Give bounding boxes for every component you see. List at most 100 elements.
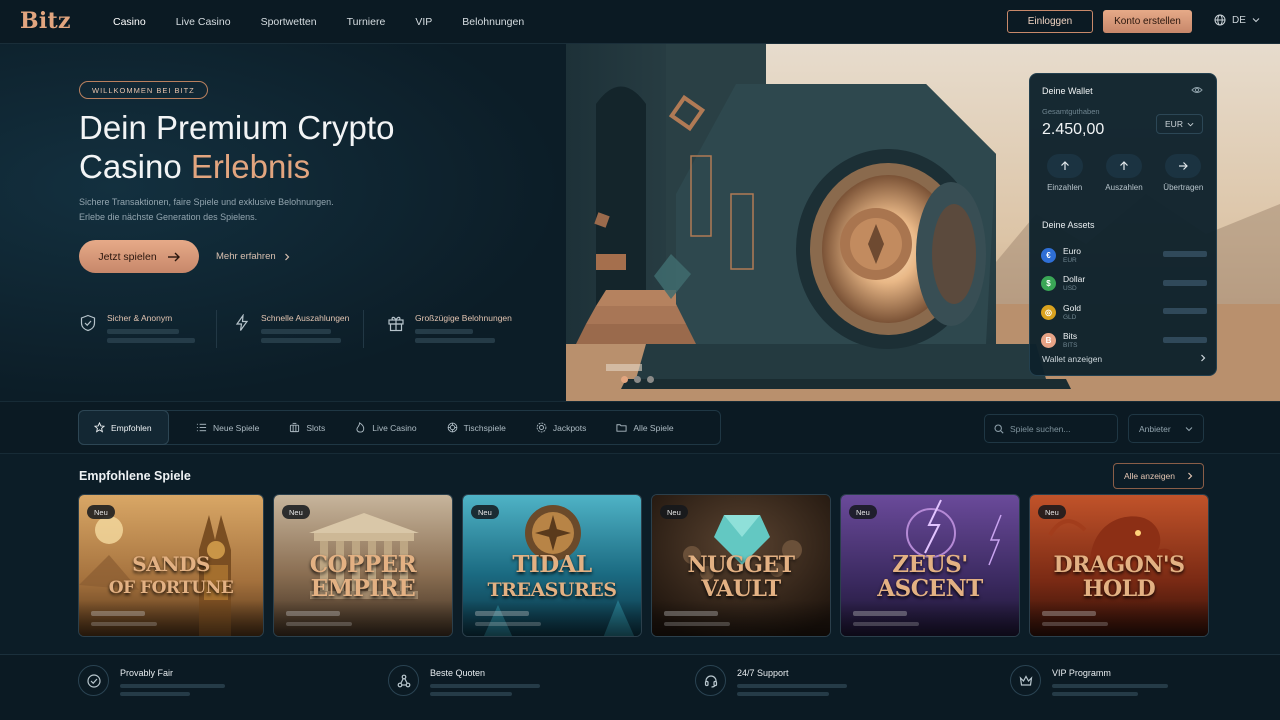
feature-title: Schnelle Auszahlungen [261,313,350,323]
nav-item-sportwetten[interactable]: Sportwetten [261,16,317,28]
game-title-line2: HOLD [1082,576,1156,602]
game-card-tidal-treasures[interactable]: Neu TIDAL TREASURES [462,494,642,637]
trust-item-provably-fair: Provably Fair [78,665,225,696]
wallet-title: Deine Wallet [1042,86,1093,96]
withdraw-button[interactable]: Auszahlen [1096,154,1152,192]
network-icon [388,665,419,696]
nav-item-live-casino[interactable]: Live Casino [176,16,231,28]
assets-title: Deine Assets [1042,220,1095,230]
chevron-down-icon [1187,122,1194,126]
tab-tischspiele[interactable]: Tischspiele [432,411,521,444]
play-now-button[interactable]: Jetzt spielen [79,240,199,273]
arrow-right-icon [167,252,180,261]
asset-row-eur[interactable]: € Euro EUR [1041,241,1207,270]
asset-code: USD [1063,285,1077,293]
view-all-button[interactable]: Alle anzeigen [1113,463,1204,489]
trust-title: Beste Quoten [430,668,486,678]
provider-dropdown[interactable]: Anbieter [1128,414,1204,443]
tab-alle-spiele[interactable]: Alle Spiele [601,411,688,444]
arrow-up-icon [1046,154,1083,178]
tab-live-casino[interactable]: Live Casino [340,411,431,444]
tab-empfohlen[interactable]: Empfohlen [78,410,169,445]
chevron-down-icon [1252,18,1260,23]
hero-subtitle: Sichere Transaktionen, faire Spiele und … [79,195,369,225]
game-title: ZEUS' ASCENT [841,553,1019,601]
nav-item-belohnungen[interactable]: Belohnungen [462,16,524,28]
gold-coin-icon: ◎ [1041,304,1056,320]
carousel-dot-3[interactable] [647,376,654,383]
tab-slots[interactable]: Slots [274,411,340,444]
nav-item-vip[interactable]: VIP [415,16,432,28]
view-wallet-label: Wallet anzeigen [1042,354,1103,364]
asset-name: Gold [1063,302,1081,313]
asset-code: GLD [1063,313,1077,321]
learn-more-link[interactable]: Mehr erfahren [216,251,290,262]
new-badge: Neu [471,505,499,519]
game-title-line1: NUGGET [687,552,795,578]
asset-name: Bits [1063,331,1078,342]
transfer-label: Übertragen [1163,183,1204,192]
nav-item-casino[interactable]: Casino [113,16,146,28]
game-title: TIDAL TREASURES [463,553,641,602]
deposit-button[interactable]: Einzahlen [1037,154,1093,192]
game-card-copper-empire[interactable]: Neu COPPER EMPIRE [273,494,453,637]
game-title: COPPER EMPIRE [274,553,452,601]
tab-neue-spiele[interactable]: Neue Spiele [181,411,274,444]
feature-title: Sicher & Anonym [107,313,173,323]
game-title: NUGGET VAULT [652,553,830,601]
asset-row-gold[interactable]: ◎ Gold GLD [1041,298,1207,327]
learn-more-label: Mehr erfahren [216,251,276,262]
trust-title: 24/7 Support [737,668,789,678]
nav-item-turniere[interactable]: Turniere [347,16,386,28]
hero-title-accent: Erlebnis [190,148,311,185]
register-button[interactable]: Konto erstellen [1103,10,1192,33]
carousel-dots [621,376,654,383]
asset-row-usd[interactable]: $ Dollar USD [1041,270,1207,299]
game-card-nugget-vault[interactable]: Neu NUGGET VAULT [651,494,831,637]
featured-games-row: Neu SANDSOF FORTUNE Neu COPPEREMPIRE N [78,494,1209,637]
asset-list: € Euro EUR $ Dollar USD ◎ Gold GLD B Bits BI… [1041,241,1207,355]
wallet-panel: Deine Wallet Gesamtguthaben 2.450,00 EUR… [1029,73,1217,376]
globe-icon [1214,14,1226,26]
tab-label: Empfohlen [111,422,152,433]
game-title: DRAGON'S HOLD [1030,553,1208,601]
trust-item-best-odds: Beste Quoten [388,665,540,696]
welcome-badge: WILLKOMMEN BEI BITZ [79,81,208,99]
eye-icon[interactable] [1191,85,1203,95]
currency-select[interactable]: EUR [1156,114,1203,134]
new-badge: Neu [849,505,877,519]
language-selector[interactable]: DE [1214,14,1260,26]
game-card-dragons-hold[interactable]: Neu DRAGON'S HOLD [1029,494,1209,637]
withdraw-label: Auszahlen [1105,183,1143,192]
jackpot-icon [536,422,547,433]
game-search-input[interactable]: Spiele suchen... [984,414,1118,443]
asset-row-bits[interactable]: B Bits BITS [1041,327,1207,356]
deposit-label: Einzahlen [1047,183,1083,192]
transfer-button[interactable]: Übertragen [1155,154,1211,192]
tab-jackpots[interactable]: Jackpots [521,411,602,444]
check-circle-icon [78,665,109,696]
tab-label: Jackpots [552,422,587,433]
euro-icon: € [1041,247,1056,263]
featured-games-title: Empfohlene Spiele [79,469,191,483]
top-navigation: Bitz Casino Live Casino Sportwetten Turn… [0,0,1280,44]
new-badge: Neu [1038,505,1066,519]
play-now-label: Jetzt spielen [98,250,157,263]
game-title-line1: COPPER [309,551,417,578]
folder-icon [616,424,627,432]
view-wallet-link[interactable]: Wallet anzeigen [1042,354,1206,364]
new-badge: Neu [282,505,310,519]
table-chip-icon [447,422,457,433]
asset-name: Euro [1063,245,1081,256]
login-button[interactable]: Einloggen [1007,10,1093,33]
asset-code: EUR [1063,256,1077,264]
carousel-dot-2[interactable] [634,376,641,383]
game-title-line2: EMPIRE [310,575,416,602]
chevron-right-icon [1188,472,1193,480]
carousel-dot-1[interactable] [621,376,628,383]
search-icon [994,423,1004,434]
logo[interactable]: Bitz [20,8,71,34]
game-card-zeus-ascent[interactable]: Neu ZEUS' ASCENT [840,494,1020,637]
tab-label: Slots [306,422,326,433]
game-card-sands-of-fortune[interactable]: Neu SANDS OF FORTUNE [78,494,264,637]
